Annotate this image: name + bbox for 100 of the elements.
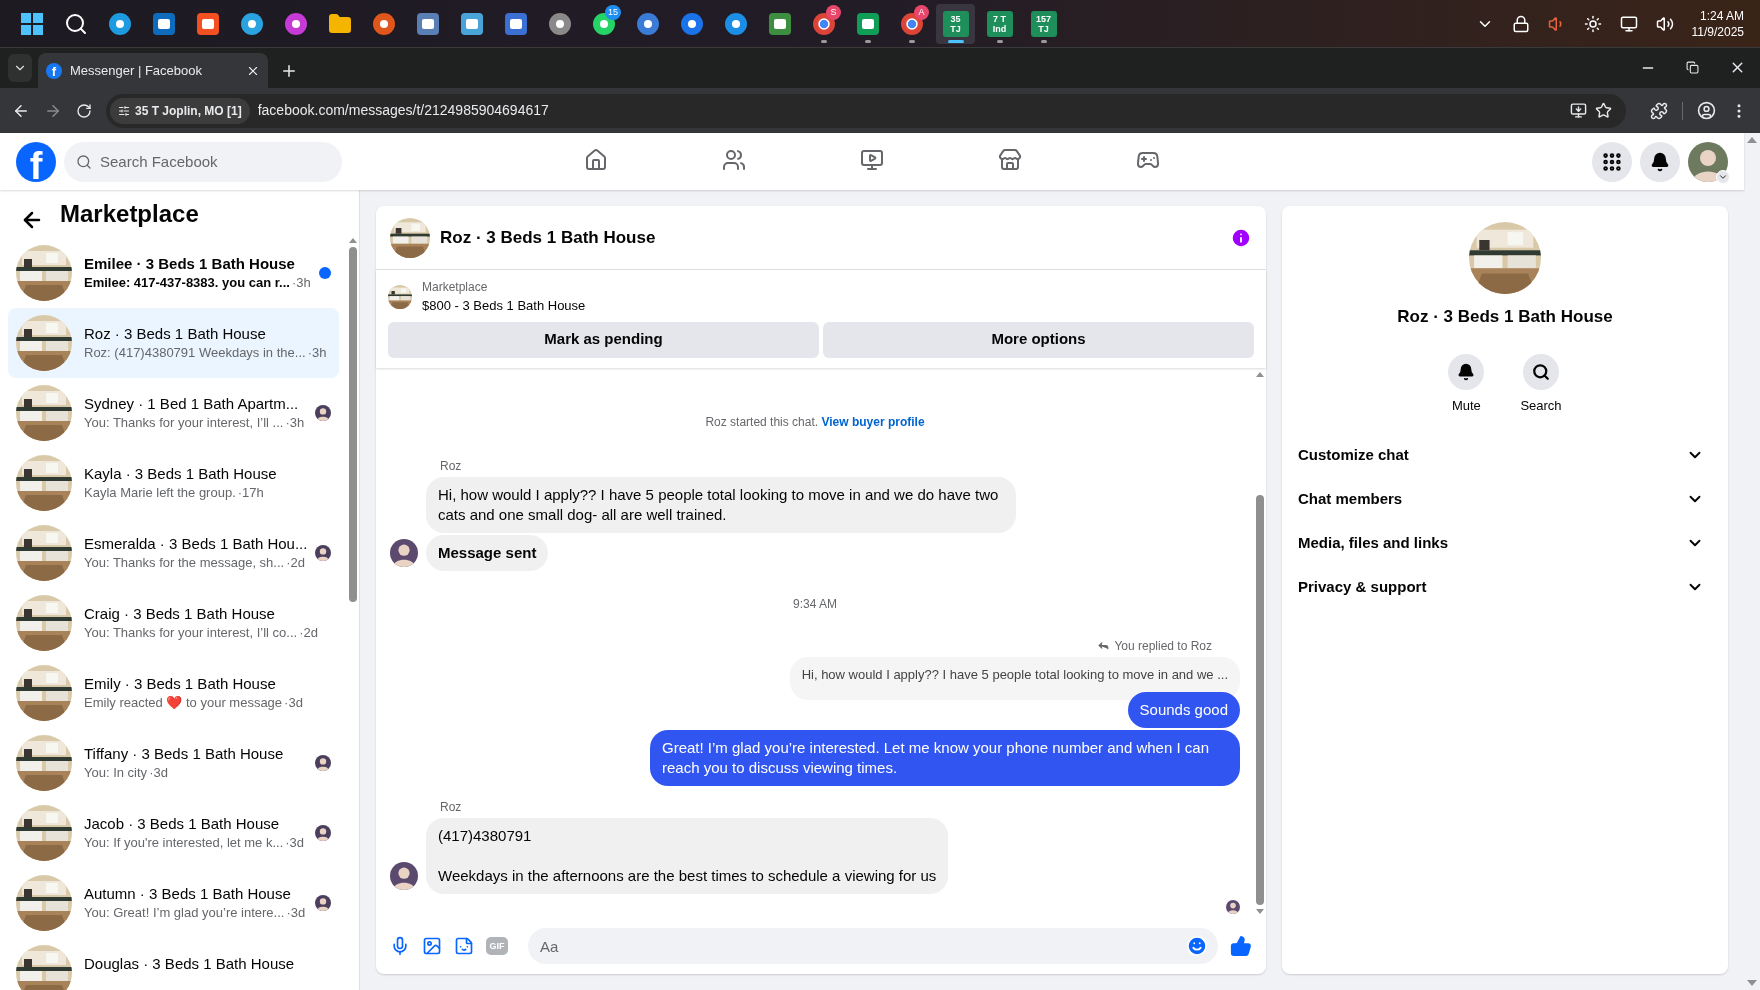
app-tile[interactable]: 35 TJ (942, 10, 969, 37)
browser-tab[interactable]: f Messenger | Facebook (38, 53, 268, 88)
conversation-item[interactable]: Emilee · 3 Beds 1 Bath House Emilee: 417-437-8383. you can r...·3h (8, 238, 339, 308)
message-time: ·3h (285, 414, 305, 432)
action-button[interactable]: Mark as pending (388, 321, 819, 358)
windows-logo-icon[interactable] (20, 12, 43, 35)
details-section[interactable]: Customize chat (1298, 433, 1712, 477)
info-icon[interactable] (1230, 226, 1252, 249)
conversation-item[interactable]: Emily · 3 Beds 1 Bath House Emily reacted ❤ to your message·3d (8, 658, 339, 728)
chat-title[interactable]: Roz · 3 Beds 1 Bath House (440, 224, 656, 251)
app-icon[interactable] (107, 11, 132, 36)
conversation-item[interactable]: Douglas · 3 Beds 1 Bath House (8, 938, 339, 990)
message-time: ·3d (285, 834, 305, 852)
message-preview: Emilee: 417-437-8383. you can r... (84, 274, 290, 292)
running-indicator (820, 39, 827, 43)
bell-icon[interactable] (1650, 151, 1670, 172)
buyer-profile-link[interactable]: View buyer profile (821, 414, 925, 429)
facebook-logo[interactable]: f (16, 141, 56, 182)
app-icon[interactable] (283, 11, 308, 36)
site-info-chip[interactable]: 35 T Joplin, MO [1] (110, 97, 250, 124)
store-icon[interactable] (998, 148, 1022, 172)
app-icon[interactable] (547, 11, 572, 36)
thumbs-up-icon[interactable] (1230, 935, 1252, 957)
conversation-item[interactable]: Sydney · 1 Bed 1 Bath Apartm... You: Thanks for your interest, I’ll ...·3h (8, 378, 339, 448)
monitor-icon[interactable] (1619, 14, 1638, 33)
listing-title[interactable]: $800 - 3 Beds 1 Bath House (422, 296, 586, 316)
chat-notice: Roz started this chat. View buyer profile (705, 413, 925, 431)
video-icon[interactable] (860, 148, 884, 172)
clock[interactable]: 1:24 AM 11/9/2025 (1691, 7, 1744, 40)
conversation-item[interactable]: Autumn · 3 Beds 1 Bath House You: Great! I’m glad you’re intere...·3d (8, 868, 339, 938)
app-tile[interactable]: 157 TJ (1030, 10, 1057, 37)
action-button[interactable]: More options (823, 321, 1254, 358)
app-tile[interactable]: 7 T Ind (986, 10, 1013, 37)
brightness-icon[interactable] (1583, 14, 1602, 33)
app-icon[interactable] (635, 11, 660, 36)
image-icon[interactable] (422, 936, 442, 956)
search-field[interactable]: Search Facebook (64, 141, 342, 182)
message-bubble[interactable]: Great! I’m glad you’re interested. Let me know your phone number and when I can reach you to discuss viewing times. (650, 730, 1240, 786)
conversation-title: Jacob · 3 Beds 1 Bath House (84, 814, 281, 833)
message-bubble[interactable]: Hi, how would I apply?? I have 5 people total looking to move in and we do have two cats and one small dog- all are well trained. (426, 476, 1016, 533)
microphone-icon[interactable] (390, 936, 410, 956)
bell-icon[interactable] (1457, 362, 1476, 381)
sticker-icon[interactable] (454, 936, 474, 956)
menu-button[interactable] (1592, 141, 1632, 182)
details-section[interactable]: Chat members (1298, 477, 1712, 521)
search-icon[interactable] (63, 11, 88, 36)
app-icon[interactable] (811, 11, 836, 36)
app-icon[interactable] (679, 11, 704, 36)
volume-icon[interactable] (1655, 14, 1674, 33)
conversation-item[interactable]: Kayla · 3 Beds 1 Bath House Kayla Marie left the group.·17h (8, 448, 339, 518)
restore-icon[interactable] (1686, 61, 1699, 74)
conversation-item[interactable]: Esmeralda · 3 Beds 1 Bath Hou... You: Thanks for the message, sh...·2d (8, 518, 339, 588)
message-bubble[interactable]: Message sent (426, 534, 549, 571)
message-preview: You: Thanks for your interest, I’ll ... (84, 414, 284, 432)
conversation-item[interactable]: Tiffany · 3 Beds 1 Bath House You: In city·3d (8, 728, 339, 798)
app-icon[interactable] (459, 11, 484, 36)
people-icon[interactable] (722, 148, 746, 172)
reply-icon (1097, 639, 1111, 652)
message-preview: You: In city (84, 764, 148, 782)
details-section[interactable]: Media, files and links (1298, 521, 1712, 565)
timestamp: 9:34 AM (793, 595, 837, 613)
details-section[interactable]: Privacy & support (1298, 565, 1712, 609)
conversation-item[interactable]: Craig · 3 Beds 1 Bath House You: Thanks for your interest, I’ll co...·2d (8, 588, 339, 658)
install-icon[interactable] (1570, 102, 1587, 119)
app-icon[interactable] (415, 11, 440, 36)
conversation-title: Douglas · 3 Beds 1 Bath House (84, 954, 296, 973)
app-icon[interactable] (371, 11, 396, 36)
app-icon[interactable] (503, 11, 528, 36)
avatar (315, 755, 331, 771)
app-icon[interactable] (239, 11, 264, 36)
tab-list-button[interactable] (8, 54, 32, 82)
profile-icon[interactable] (1697, 101, 1716, 120)
app-icon[interactable] (855, 11, 880, 36)
app-icon[interactable] (591, 11, 616, 36)
avatar (315, 895, 331, 911)
avatar (1226, 900, 1240, 914)
app-icon[interactable] (151, 11, 176, 36)
message-bubble[interactable]: (417)4380791 Weekdays in the afternoons are the best times to schedule a viewing for us (426, 818, 949, 894)
conversation-title: Craig · 3 Beds 1 Bath House (84, 604, 276, 623)
home-icon[interactable] (584, 148, 608, 172)
app-icon[interactable] (195, 11, 220, 36)
grid-icon[interactable] (1601, 150, 1623, 173)
search-icon[interactable] (1532, 362, 1550, 381)
message-bubble[interactable]: Sounds good (1127, 692, 1240, 728)
emoji-icon[interactable] (1186, 935, 1208, 957)
message-field[interactable]: Aa (528, 928, 1218, 964)
notifications-button[interactable] (1640, 141, 1680, 182)
lock-icon[interactable] (1511, 14, 1530, 33)
extensions-icon[interactable] (1650, 101, 1668, 120)
conversation-item[interactable]: Jacob · 3 Beds 1 Bath House You: If you're interested, let me k...·3d (8, 798, 339, 868)
app-icon[interactable] (723, 11, 748, 36)
sliders-icon[interactable] (118, 104, 130, 117)
app-icon[interactable] (767, 11, 792, 36)
bookmark-star-icon[interactable] (1595, 102, 1612, 119)
conversation-item[interactable]: Roz · 3 Beds 1 Bath House Roz: (417)4380791 Weekdays in the...·3h (8, 308, 339, 378)
folder-icon[interactable] (327, 11, 352, 36)
app-icon[interactable] (899, 11, 924, 36)
address-bar[interactable]: 35 T Joplin, MO [1] facebook.com/messages/t/2124985904694617 (106, 93, 1626, 128)
quoted-message[interactable]: Hi, how would I apply?? I have 5 people total looking to move in and we ... (789, 656, 1240, 700)
reload-icon[interactable] (76, 102, 92, 119)
